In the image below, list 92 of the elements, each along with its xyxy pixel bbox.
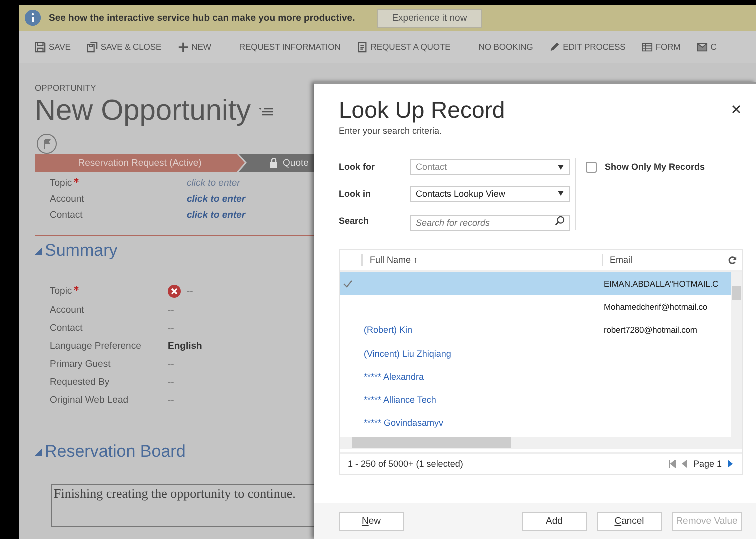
table-row[interactable]: EIMAN.ABDALLA"HOTMAIL.C bbox=[340, 272, 731, 296]
dialog-button[interactable]: Add bbox=[522, 512, 587, 530]
record-title: New Opportunity bbox=[35, 95, 251, 128]
toolbar-button[interactable]: REQUEST A QUOTE bbox=[356, 42, 451, 52]
name-link[interactable]: (Robert) Kin bbox=[362, 325, 602, 336]
field-label: Contact bbox=[50, 323, 84, 334]
field-label: Look for bbox=[339, 162, 376, 172]
field-label: Primary Guest bbox=[50, 359, 112, 370]
toolbar-button[interactable]: C bbox=[696, 42, 717, 52]
column-header[interactable]: Full Name ↑ bbox=[362, 254, 602, 266]
form-icon bbox=[642, 42, 653, 52]
close-button[interactable] bbox=[731, 104, 742, 115]
required-icon bbox=[74, 178, 80, 183]
table-row[interactable]: ***** Alliance Tech bbox=[340, 388, 731, 412]
field-value[interactable]: -- bbox=[168, 377, 174, 388]
field-value[interactable]: -- bbox=[168, 305, 174, 316]
dialog-button[interactable]: New bbox=[339, 512, 404, 530]
toolbar-button[interactable]: SAVE bbox=[35, 42, 71, 52]
required-icon bbox=[74, 286, 80, 291]
horizontal-scrollbar[interactable] bbox=[340, 437, 742, 449]
dialog-title: Look Up Record bbox=[339, 97, 506, 124]
toolbar-button[interactable]: REQUEST INFORMATION bbox=[239, 42, 341, 52]
save-close-icon bbox=[86, 42, 98, 52]
field-value[interactable]: -- bbox=[168, 323, 174, 334]
record-count: 1 - 250 of 5000+ (1 selected) bbox=[348, 459, 464, 469]
document-icon bbox=[356, 42, 368, 52]
envelope-icon bbox=[696, 42, 708, 52]
search-field[interactable]: Search for records bbox=[410, 214, 570, 231]
pencil-icon bbox=[549, 42, 560, 52]
table-row[interactable]: (Robert) Kin robert7280@hotmail.com bbox=[340, 318, 731, 342]
name-link[interactable]: ***** Alliance Tech bbox=[362, 395, 602, 406]
collapse-icon[interactable] bbox=[35, 248, 42, 254]
search-icon[interactable] bbox=[555, 216, 565, 226]
field-label: Look in bbox=[339, 188, 372, 199]
checkbox-label: Show Only My Records bbox=[605, 162, 706, 172]
field-label: Requested By bbox=[50, 377, 111, 388]
save-icon bbox=[35, 42, 46, 52]
table-cell-text: robert7280@hotmail.com bbox=[603, 325, 698, 336]
column-header[interactable]: Email bbox=[602, 254, 728, 266]
table-row[interactable]: ***** Govindasamyv bbox=[340, 412, 731, 436]
field-value[interactable]: click to enter bbox=[187, 210, 314, 221]
table-cell-text: Mohamedcherif@hotmail.co bbox=[603, 302, 709, 312]
dialog-subtitle: Enter your search criteria. bbox=[339, 126, 444, 136]
table-row[interactable]: ***** Alexandra bbox=[340, 365, 731, 388]
table-row[interactable]: (Vincent) Liu Zhiqiang bbox=[340, 342, 731, 366]
dropdown-arrow-icon[interactable] bbox=[558, 191, 564, 196]
lock-icon bbox=[270, 158, 278, 168]
refresh-icon[interactable] bbox=[728, 256, 737, 264]
field-value[interactable]: -- bbox=[168, 359, 174, 370]
info-icon bbox=[25, 10, 41, 26]
menu-icon[interactable] bbox=[259, 106, 273, 116]
name-link[interactable]: ***** Govindasamyv bbox=[362, 418, 602, 428]
field-label: Topic bbox=[50, 286, 168, 297]
banner-message: See how the interactive service hub can make you more productive. bbox=[49, 12, 356, 24]
first-page-icon[interactable] bbox=[669, 460, 678, 468]
field-label: Contact bbox=[50, 210, 84, 221]
vertical-scrollbar[interactable] bbox=[731, 272, 742, 437]
field-value[interactable]: click to enter bbox=[187, 194, 314, 205]
process-stage[interactable]: Reservation Request (Active) bbox=[35, 154, 245, 172]
name-link[interactable]: (Vincent) Liu Zhiqiang bbox=[362, 348, 602, 359]
name-link[interactable]: ***** Alexandra bbox=[362, 372, 602, 382]
checkbox[interactable] bbox=[586, 162, 597, 173]
table-row[interactable]: Mohamedcherif@hotmail.co bbox=[340, 295, 731, 319]
previous-page-icon[interactable] bbox=[681, 460, 690, 468]
dropdown-field[interactable]: Contacts Lookup View bbox=[410, 186, 570, 202]
field-value[interactable]: English bbox=[168, 341, 202, 352]
error-icon bbox=[168, 285, 181, 298]
collapse-icon[interactable] bbox=[35, 448, 42, 456]
field-label: Account bbox=[50, 305, 86, 316]
dialog-button[interactable]: Cancel bbox=[597, 512, 662, 530]
toolbar-button[interactable]: FORM bbox=[642, 42, 681, 52]
next-page-icon[interactable] bbox=[726, 460, 734, 468]
page-number: Page 1 bbox=[693, 459, 722, 469]
field-label: Language Preference bbox=[50, 341, 142, 352]
toolbar-button[interactable]: NEW bbox=[178, 42, 212, 52]
table-cell-text: EIMAN.ABDALLA"HOTMAIL.C bbox=[603, 278, 720, 289]
entity-label: OPPORTUNITY bbox=[35, 83, 98, 93]
toolbar-button[interactable]: SAVE & CLOSE bbox=[86, 42, 162, 52]
field-value[interactable]: click to enter bbox=[187, 178, 314, 189]
field-label: Topic bbox=[50, 178, 187, 189]
experience-button[interactable]: Experience it now bbox=[377, 8, 482, 28]
plus-icon bbox=[178, 42, 189, 52]
field-label: Search bbox=[339, 216, 370, 226]
field-label: Original Web Lead bbox=[50, 395, 130, 406]
field-value[interactable]: -- bbox=[168, 395, 174, 406]
field-label: Account bbox=[50, 194, 86, 205]
toolbar-button[interactable]: EDIT PROCESS bbox=[549, 42, 626, 52]
section-title: Summary bbox=[45, 241, 118, 261]
section-title: Reservation Board bbox=[45, 442, 186, 462]
toolbar-button[interactable]: NO BOOKING bbox=[478, 42, 534, 52]
field-value[interactable]: -- bbox=[187, 286, 194, 297]
check-icon bbox=[343, 280, 353, 288]
